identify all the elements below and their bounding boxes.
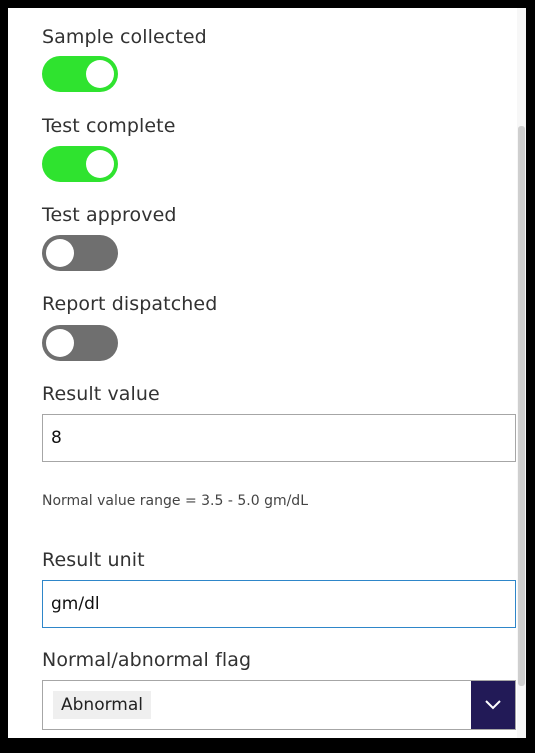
toggle-knob — [46, 329, 74, 357]
sample-collected-toggle[interactable] — [42, 56, 118, 92]
result-unit-input[interactable]: gm/dl — [42, 580, 516, 628]
test-complete-label: Test complete — [42, 115, 176, 137]
selected-option-chip: Abnormal — [53, 691, 151, 719]
normal-range-hint: Normal value range = 3.5 - 5.0 gm/dL — [42, 493, 308, 509]
chevron-down-icon — [485, 700, 501, 710]
result-value-label: Result value — [42, 383, 160, 405]
scrollbar-track[interactable] — [517, 8, 526, 738]
toggle-knob — [46, 239, 74, 267]
flag-label: Normal/abnormal flag — [42, 649, 252, 671]
toggle-knob — [86, 150, 114, 178]
form-panel: Sample collected Test complete Test appr… — [8, 8, 526, 738]
result-value-input[interactable]: 8 — [42, 414, 516, 462]
toggle-knob — [86, 60, 114, 88]
sample-collected-label: Sample collected — [42, 26, 207, 48]
test-approved-label: Test approved — [42, 204, 177, 226]
scrollbar-thumb[interactable] — [518, 126, 525, 686]
dropdown-toggle-button[interactable] — [471, 681, 515, 729]
report-dispatched-toggle[interactable] — [42, 325, 118, 361]
test-approved-toggle[interactable] — [42, 235, 118, 271]
flag-dropdown[interactable]: Abnormal — [42, 680, 516, 730]
test-complete-toggle[interactable] — [42, 146, 118, 182]
report-dispatched-label: Report dispatched — [42, 293, 218, 315]
result-unit-label: Result unit — [42, 549, 145, 571]
